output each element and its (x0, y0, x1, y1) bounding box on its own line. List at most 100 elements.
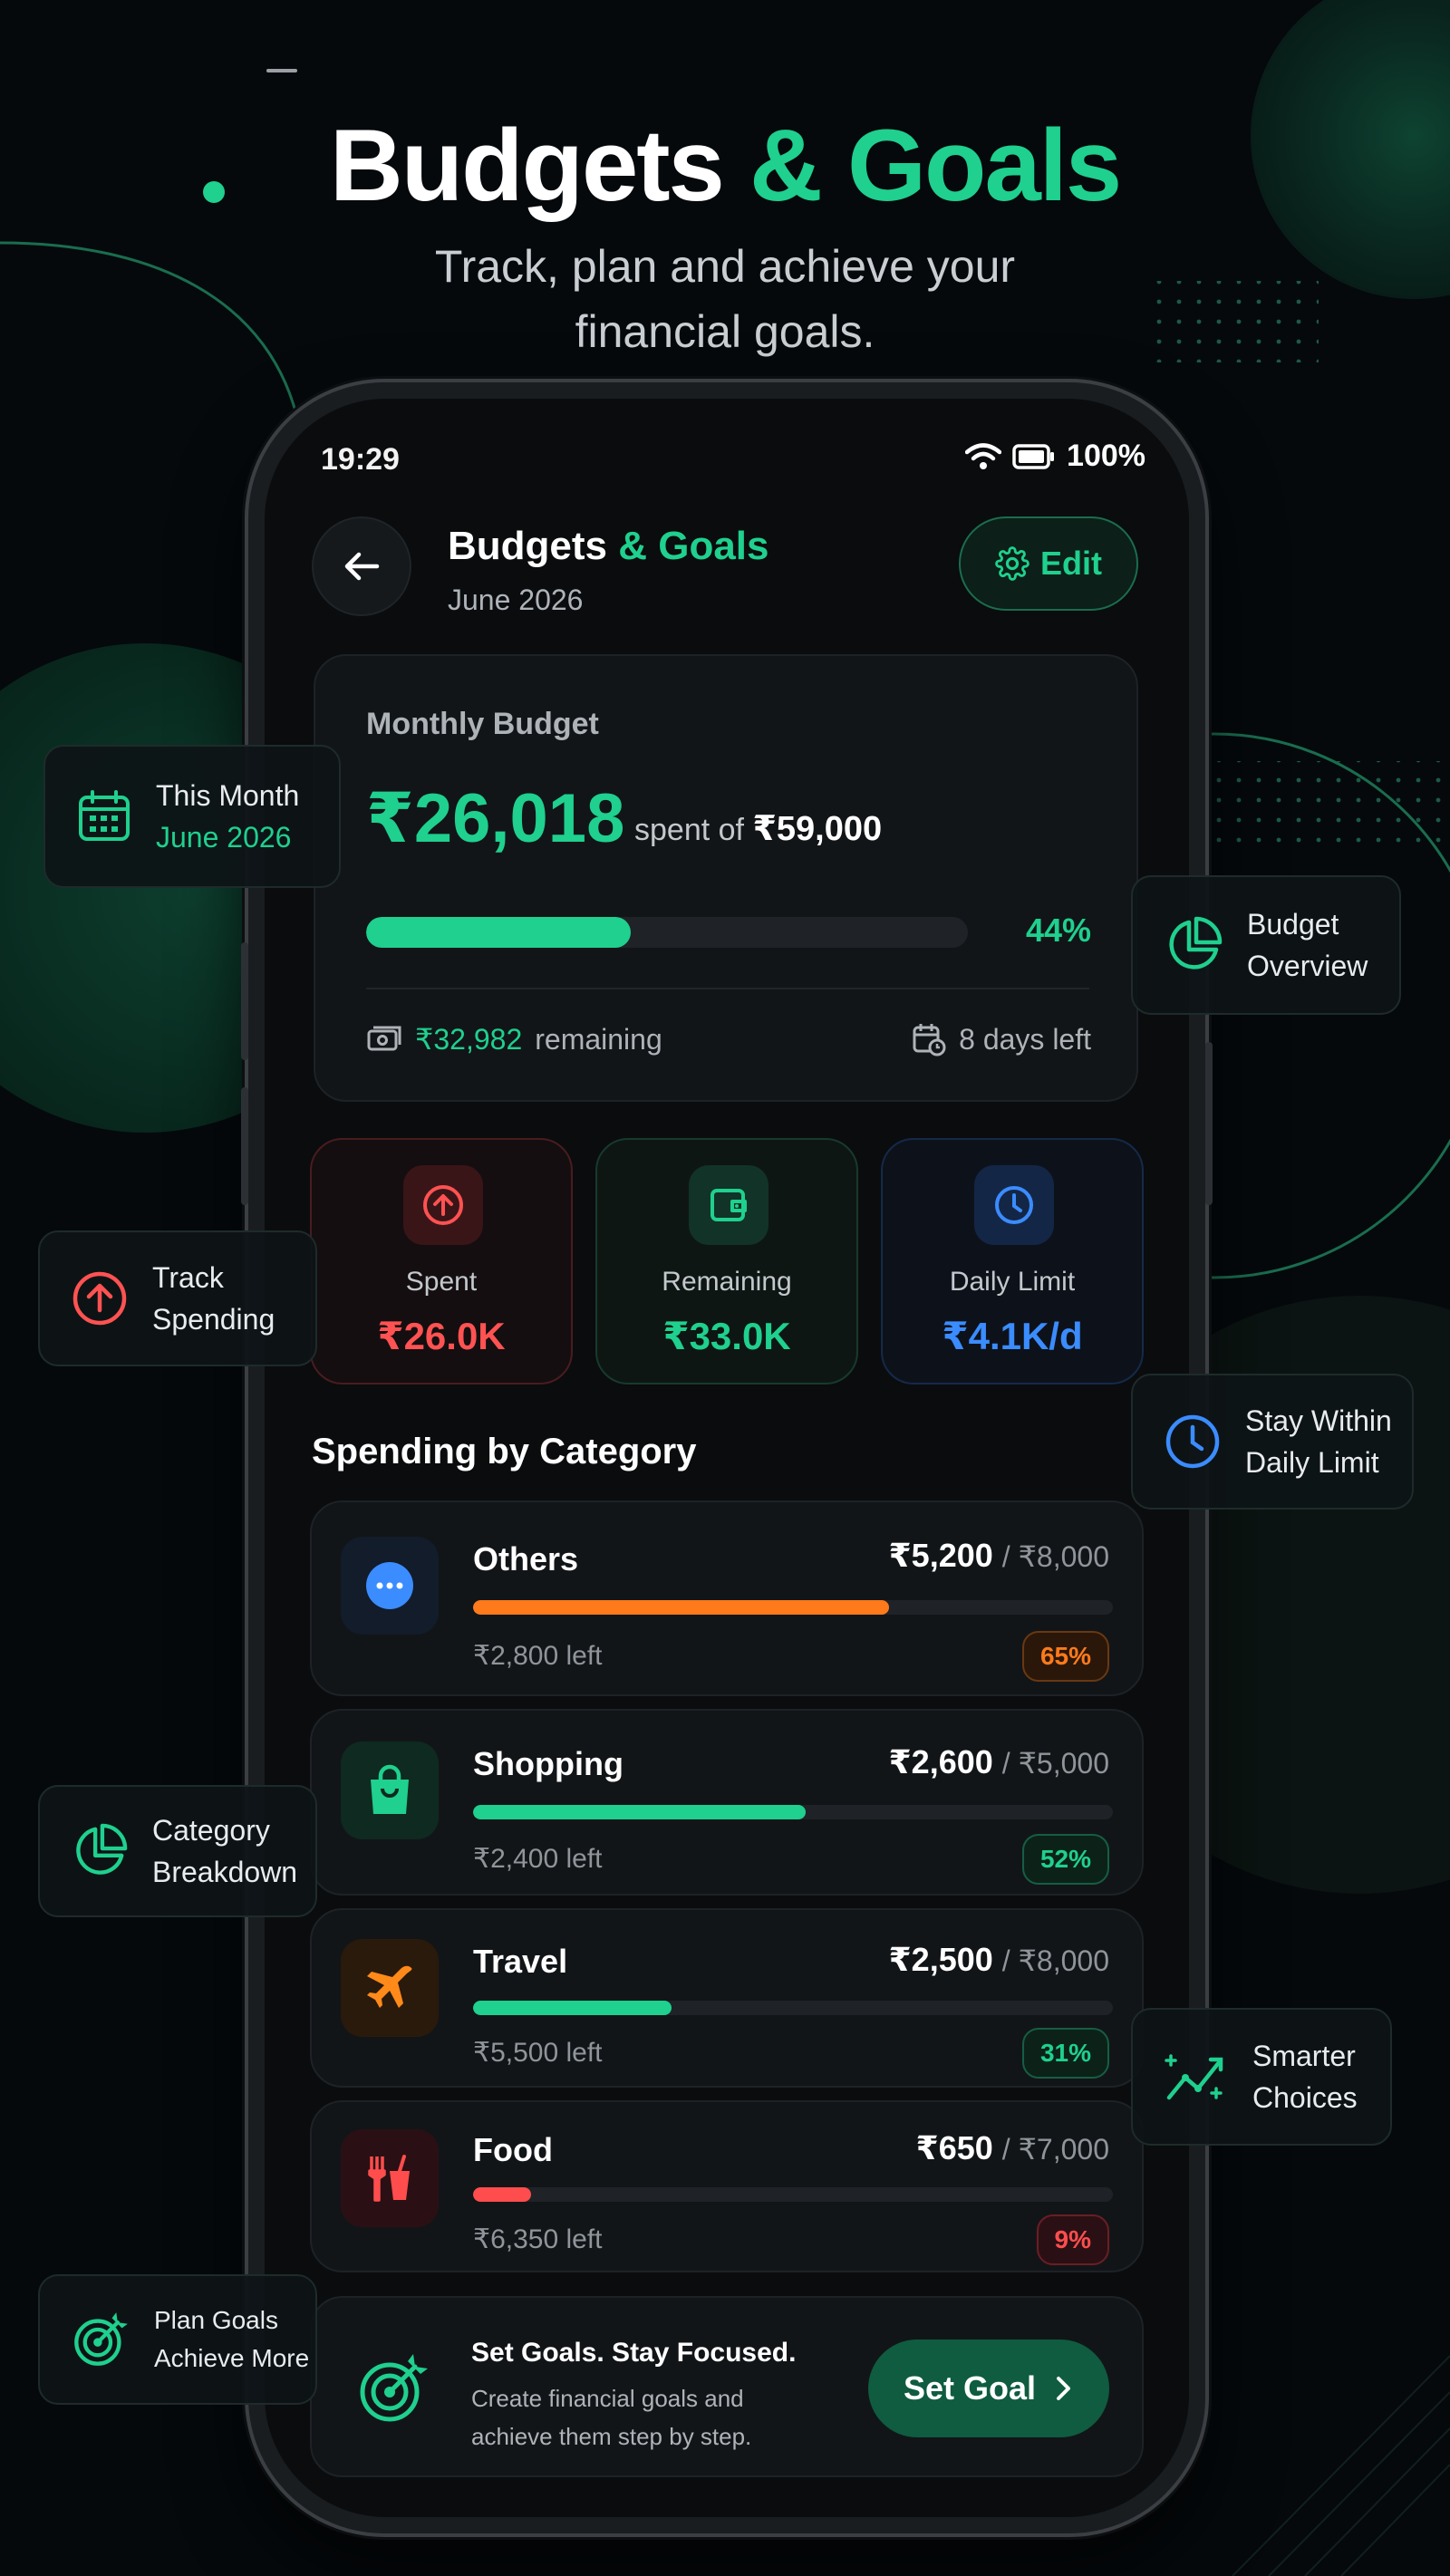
category-amount: ₹5,200 / ₹8,000 (888, 1537, 1109, 1574)
category-left: ₹2,800 left (473, 1641, 603, 1671)
food-icon (368, 2155, 410, 2202)
category-amount: ₹2,500 / ₹8,000 (888, 1941, 1109, 1978)
category-row-food[interactable]: Food ₹650 / ₹7,000 ₹6,350 left 9% (310, 2100, 1144, 2272)
cash-icon (367, 1026, 401, 1051)
budget-spent-amount: ₹26,018 (366, 780, 625, 857)
monthly-budget-card: Monthly Budget ₹26,018 spent of ₹59,000 … (314, 654, 1138, 1102)
divider (366, 988, 1089, 989)
category-percent-badge: 31% (1021, 2028, 1109, 2079)
airplane-icon (367, 1965, 412, 2008)
category-name: Food (473, 2131, 553, 2168)
category-row-travel[interactable]: Travel ₹2,500 / ₹8,000 ₹5,500 left 31% (310, 1908, 1144, 2088)
category-progress-bar (473, 1600, 1113, 1615)
arrow-up-circle-icon (72, 1271, 127, 1326)
phone-side-button (1205, 1042, 1213, 1205)
category-name: Shopping (473, 1745, 624, 1782)
category-percent-badge: 9% (1036, 2214, 1109, 2265)
category-left: ₹6,350 left (473, 2224, 603, 2254)
category-icon-box (341, 1537, 439, 1635)
status-indicators: 100% (965, 439, 1146, 474)
section-title: Spending by Category (312, 1432, 697, 1471)
category-progress-fill (473, 1805, 807, 1819)
stat-value: ₹33.0K (662, 1315, 791, 1357)
budget-percent: 44% (1025, 912, 1091, 949)
category-amount: ₹650 / ₹7,000 (915, 2129, 1109, 2166)
calendar-icon (79, 790, 130, 841)
chip-category-breakdown: Category Breakdown (38, 1785, 317, 1917)
category-amount: ₹2,600 / ₹5,000 (888, 1743, 1109, 1780)
category-progress-fill (473, 2001, 672, 2015)
budget-progress-bar (366, 917, 968, 948)
stat-icon-box (403, 1165, 483, 1245)
budget-remaining: ₹32,982 remaining (366, 1022, 662, 1056)
set-goal-card: Set Goals. Stay Focused. Create financia… (310, 2296, 1144, 2477)
stat-value: ₹4.1K/d (942, 1315, 1083, 1357)
target-icon (360, 2354, 428, 2422)
chip-this-month: This Month June 2026 (44, 745, 341, 888)
category-row-others[interactable]: Others ₹5,200 / ₹8,000 ₹2,800 left 65% (310, 1500, 1144, 1696)
stat-label: Daily Limit (949, 1267, 1076, 1297)
clock-icon (995, 1186, 1033, 1224)
shopping-bag-icon (371, 1764, 409, 1814)
set-goal-button-label: Set Goal (903, 2369, 1037, 2407)
calendar-clock-icon (913, 1024, 946, 1056)
chip-budget-overview: Budget Overview (1131, 875, 1401, 1015)
set-goal-button[interactable]: Set Goal (868, 2340, 1109, 2437)
wifi-icon (965, 442, 1002, 469)
stat-card-daily-limit[interactable]: Daily Limit ₹4.1K/d (881, 1138, 1144, 1384)
status-time: 19:29 (321, 442, 400, 477)
clock-icon (1165, 1414, 1220, 1469)
trend-chart-icon (1165, 2054, 1223, 2100)
phone-screen: 19:29 100% Budgets & Goals June 2026 Edi… (265, 399, 1189, 2517)
back-button[interactable] (312, 516, 411, 616)
stat-icon-box (974, 1165, 1054, 1245)
page-subtitle: June 2026 (448, 584, 584, 616)
stat-card-remaining[interactable]: Remaining ₹33.0K (595, 1138, 858, 1384)
gear-icon (995, 546, 1030, 581)
budget-progress-fill (366, 917, 632, 948)
target-icon (74, 2312, 128, 2366)
phone-side-button (241, 942, 248, 1060)
hero-subtitle: Track, plan and achieve your financial g… (434, 241, 1016, 357)
category-left: ₹2,400 left (473, 1844, 603, 1874)
edit-button[interactable]: Edit (959, 516, 1138, 611)
category-icon-box (341, 2129, 439, 2227)
chip-daily-limit: Stay Within Daily Limit (1131, 1374, 1414, 1510)
category-progress-bar (473, 1805, 1113, 1819)
arrow-up-circle-icon (423, 1185, 463, 1225)
category-name: Others (473, 1540, 579, 1577)
decorative-dash (266, 69, 297, 72)
budget-days-left: 8 days left (912, 1022, 1091, 1056)
category-icon-box (341, 1741, 439, 1839)
pie-chart-icon (76, 1823, 128, 1875)
category-percent-badge: 65% (1021, 1631, 1109, 1682)
category-icon-box (341, 1939, 439, 2037)
hero-title: Budgets & Goals (329, 109, 1122, 222)
stat-label: Spent (405, 1267, 478, 1297)
chip-track-spending: Track Spending (38, 1230, 317, 1366)
battery-icon (1012, 443, 1055, 469)
battery-percent: 100% (1067, 439, 1146, 473)
category-row-shopping[interactable]: Shopping ₹2,600 / ₹5,000 ₹2,400 left 52% (310, 1709, 1144, 1896)
goal-description: Create financial goals and achieve them … (471, 2385, 752, 2450)
edit-button-label: Edit (1040, 545, 1102, 582)
category-progress-bar (473, 2187, 1113, 2202)
category-left: ₹5,500 left (473, 2038, 603, 2068)
page-title: Budgets & Goals (448, 524, 769, 568)
stat-label: Remaining (662, 1267, 792, 1297)
pie-chart-icon (1169, 916, 1223, 970)
stat-icon-box (689, 1165, 768, 1245)
chip-smarter-choices: Smarter Choices (1131, 2008, 1392, 2146)
chevron-right-icon (1057, 2377, 1071, 2400)
category-percent-badge: 52% (1021, 1834, 1109, 1885)
stat-value: ₹26.0K (377, 1315, 506, 1357)
wallet-icon (710, 1189, 747, 1221)
phone-side-button (241, 1087, 248, 1205)
monthly-budget-label: Monthly Budget (366, 707, 599, 741)
category-progress-fill (473, 2187, 531, 2202)
category-progress-bar (473, 2001, 1113, 2015)
more-icon (366, 1562, 413, 1609)
stat-card-spent[interactable]: Spent ₹26.0K (310, 1138, 573, 1384)
arrow-left-icon (344, 552, 380, 581)
category-name: Travel (473, 1943, 568, 1980)
